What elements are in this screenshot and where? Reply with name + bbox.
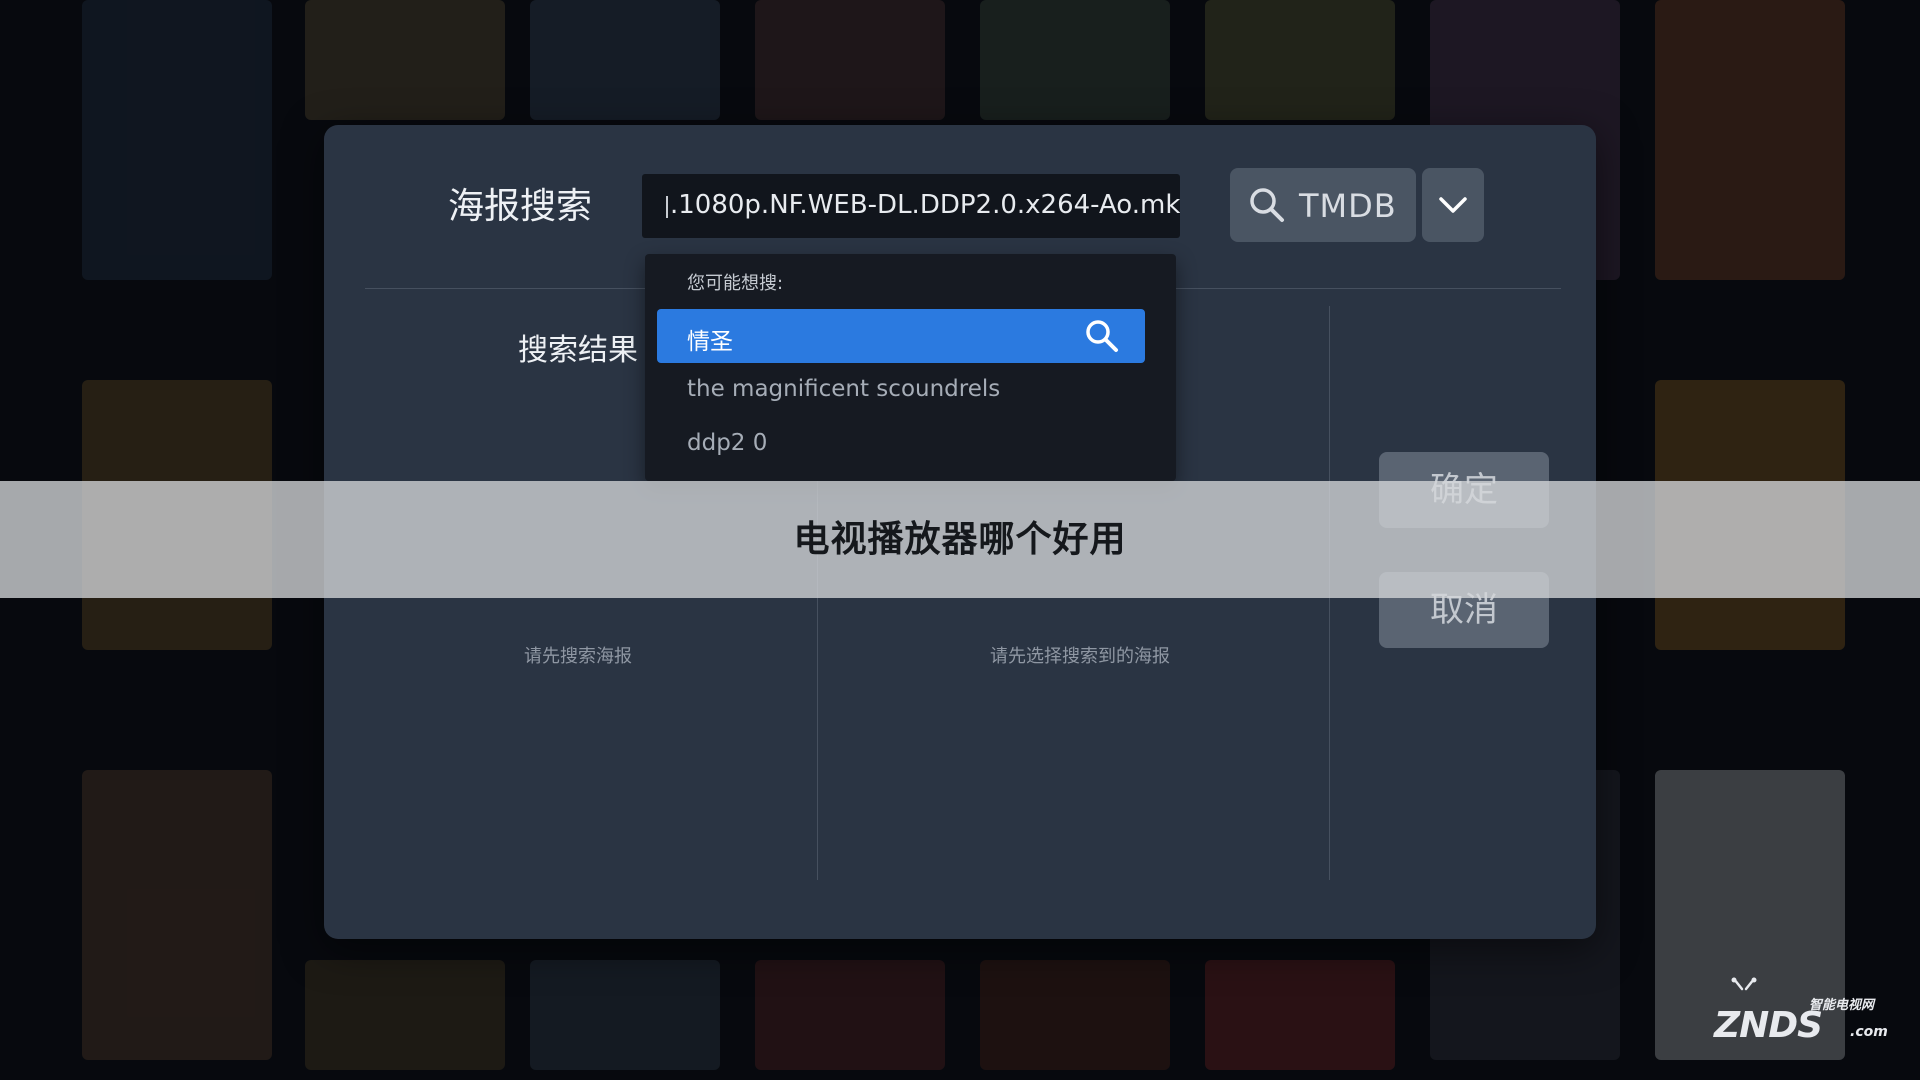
search-icon (1086, 320, 1118, 352)
results-empty-hint: 请先搜索海报 (524, 646, 632, 667)
suggestion-text: 情圣 (687, 329, 733, 355)
suggestions-header: 您可能想搜: (687, 273, 784, 294)
overlay-banner-text: 电视播放器哪个好用 (793, 519, 1127, 560)
tmdb-search-button[interactable]: TMDB (1230, 168, 1416, 242)
watermark-domain-suffix: .com (1850, 1024, 1888, 1040)
suggestion-item[interactable]: ddp2 0 (657, 417, 1145, 471)
search-input-value: .1080p.NF.WEB-DL.DDP2.0.x264-Ao.mkv (670, 190, 1180, 220)
suggestion-text: ddp2 0 (687, 430, 768, 456)
chevron-down-icon (1439, 197, 1467, 213)
tv-icon (1731, 977, 1757, 991)
dialog-title: 海报搜索 (448, 186, 593, 227)
watermark-brand: ZNDS (1714, 1005, 1823, 1046)
tmdb-search-button-label: TMDB (1299, 187, 1397, 225)
search-suggestions-dropdown: 您可能想搜: 情圣 the magnificent scoundrels ddp… (645, 254, 1176, 481)
overlay-banner: 电视播放器哪个好用 (0, 481, 1920, 598)
source-dropdown-button[interactable] (1422, 168, 1484, 242)
suggestion-text: the magnificent scoundrels (687, 376, 1001, 402)
preview-empty-hint: 请先选择搜索到的海报 (990, 646, 1170, 667)
search-results-label: 搜索结果 (518, 333, 638, 368)
suggestion-item[interactable]: the magnificent scoundrels (657, 363, 1145, 417)
text-caret (666, 196, 668, 218)
search-input[interactable]: .1080p.NF.WEB-DL.DDP2.0.x264-Ao.mkv (642, 174, 1180, 238)
search-icon (1250, 188, 1284, 222)
suggestion-item[interactable]: 情圣 (657, 309, 1145, 363)
znds-watermark-logo: 智能电视网 ZNDS .com (1706, 977, 1896, 1049)
